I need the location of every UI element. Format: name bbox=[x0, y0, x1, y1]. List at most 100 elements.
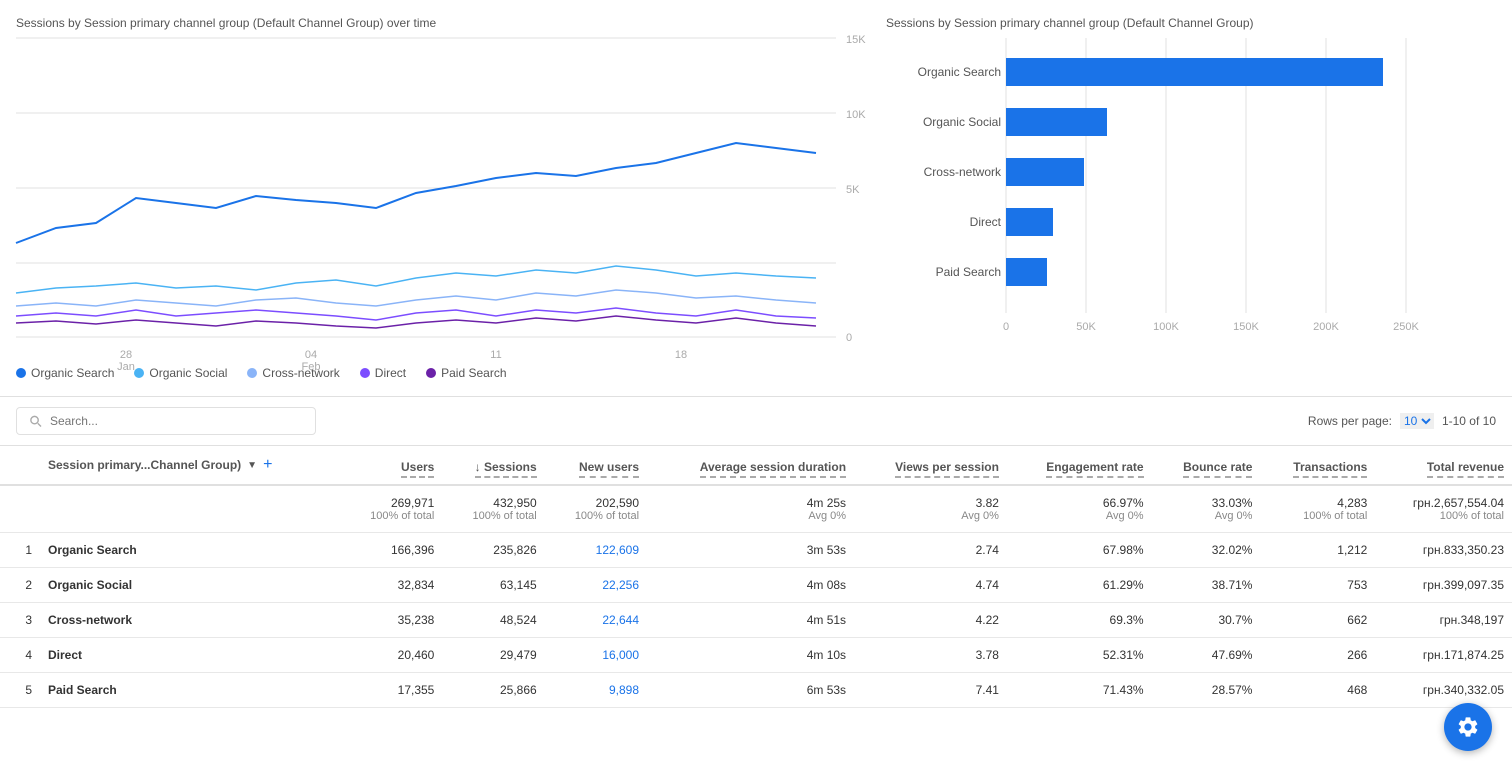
row-users: 32,834 bbox=[340, 568, 442, 603]
row-bounce: 28.57% bbox=[1152, 673, 1261, 708]
row-views: 4.74 bbox=[854, 568, 1007, 603]
svg-text:0: 0 bbox=[1003, 321, 1009, 333]
total-revenue: грн.2,657,554.04 100% of total bbox=[1375, 485, 1512, 533]
channel-dropdown-icon[interactable]: ▼ bbox=[247, 460, 257, 471]
row-engagement: 67.98% bbox=[1007, 533, 1152, 568]
svg-text:0: 0 bbox=[846, 332, 852, 344]
svg-text:5K: 5K bbox=[846, 184, 860, 196]
row-revenue: грн.348,197 bbox=[1375, 603, 1512, 638]
legend-item-cross-network: Cross-network bbox=[247, 366, 339, 380]
total-bounce-rate: 33.03% Avg 0% bbox=[1152, 485, 1261, 533]
row-users: 166,396 bbox=[340, 533, 442, 568]
svg-text:04: 04 bbox=[305, 349, 317, 361]
col-avg-duration: Average session duration bbox=[647, 446, 854, 485]
col-revenue: Total revenue bbox=[1375, 446, 1512, 485]
search-box[interactable] bbox=[16, 407, 316, 435]
row-channel: Paid Search bbox=[40, 673, 340, 708]
line-chart-container: 15K 10K 5K 0 28 Jan 04 Feb 11 bbox=[16, 38, 854, 358]
row-new-users: 22,644 bbox=[545, 603, 647, 638]
total-rank bbox=[0, 485, 40, 533]
row-transactions: 468 bbox=[1260, 673, 1375, 708]
row-views: 7.41 bbox=[854, 673, 1007, 708]
legend-item-organic-search: Organic Search bbox=[16, 366, 114, 380]
svg-text:Organic Social: Organic Social bbox=[923, 115, 1001, 129]
row-sessions: 29,479 bbox=[442, 638, 544, 673]
row-new-users: 16,000 bbox=[545, 638, 647, 673]
pagination-info: Rows per page: 10 25 50 1-10 of 10 bbox=[1308, 413, 1496, 429]
row-channel: Organic Social bbox=[40, 568, 340, 603]
bar-chart-svg: Organic Search Organic Social Cross-netw… bbox=[886, 38, 1466, 358]
total-sessions: 432,950 100% of total bbox=[442, 485, 544, 533]
row-bounce: 38.71% bbox=[1152, 568, 1261, 603]
total-avg-duration: 4m 25s Avg 0% bbox=[647, 485, 854, 533]
table-section: Rows per page: 10 25 50 1-10 of 10 Sessi… bbox=[0, 396, 1512, 708]
svg-text:100K: 100K bbox=[1153, 321, 1179, 333]
table-row: 1 Organic Search 166,396 235,826 122,609… bbox=[0, 533, 1512, 568]
row-rank: 2 bbox=[0, 568, 40, 603]
row-rank: 3 bbox=[0, 603, 40, 638]
row-channel: Organic Search bbox=[40, 533, 340, 568]
data-table: Session primary...Channel Group) ▼ + Use… bbox=[0, 446, 1512, 708]
total-transactions: 4,283 100% of total bbox=[1260, 485, 1375, 533]
row-transactions: 1,212 bbox=[1260, 533, 1375, 568]
line-chart-title: Sessions by Session primary channel grou… bbox=[16, 16, 854, 30]
svg-text:200K: 200K bbox=[1313, 321, 1339, 333]
total-views-per-session: 3.82 Avg 0% bbox=[854, 485, 1007, 533]
col-users: Users bbox=[340, 446, 442, 485]
search-icon bbox=[29, 414, 42, 428]
row-bounce: 30.7% bbox=[1152, 603, 1261, 638]
row-avg-duration: 4m 08s bbox=[647, 568, 854, 603]
table-row: 4 Direct 20,460 29,479 16,000 4m 10s 3.7… bbox=[0, 638, 1512, 673]
row-rank: 1 bbox=[0, 533, 40, 568]
settings-icon bbox=[1456, 715, 1480, 739]
svg-text:Paid Search: Paid Search bbox=[936, 265, 1001, 279]
legend-label-organic-social: Organic Social bbox=[149, 366, 227, 380]
rows-per-page-select[interactable]: 10 25 50 bbox=[1400, 413, 1434, 429]
row-channel: Cross-network bbox=[40, 603, 340, 638]
svg-text:Direct: Direct bbox=[970, 215, 1002, 229]
legend-item-direct: Direct bbox=[360, 366, 406, 380]
svg-text:28: 28 bbox=[120, 349, 132, 361]
row-avg-duration: 4m 10s bbox=[647, 638, 854, 673]
col-rank bbox=[0, 446, 40, 485]
svg-text:10K: 10K bbox=[846, 109, 866, 121]
row-views: 4.22 bbox=[854, 603, 1007, 638]
legend-dot-organic-social bbox=[134, 368, 144, 378]
total-users: 269,971 100% of total bbox=[340, 485, 442, 533]
legend-item-paid-search: Paid Search bbox=[426, 366, 506, 380]
svg-text:50K: 50K bbox=[1076, 321, 1096, 333]
legend-label-organic-search: Organic Search bbox=[31, 366, 114, 380]
row-sessions: 63,145 bbox=[442, 568, 544, 603]
svg-text:150K: 150K bbox=[1233, 321, 1259, 333]
settings-fab[interactable] bbox=[1444, 703, 1492, 751]
col-new-users: New users bbox=[545, 446, 647, 485]
legend-dot-cross-network bbox=[247, 368, 257, 378]
row-transactions: 662 bbox=[1260, 603, 1375, 638]
row-sessions: 235,826 bbox=[442, 533, 544, 568]
row-engagement: 71.43% bbox=[1007, 673, 1152, 708]
row-revenue: грн.833,350.23 bbox=[1375, 533, 1512, 568]
search-input[interactable] bbox=[50, 414, 303, 428]
legend-label-paid-search: Paid Search bbox=[441, 366, 506, 380]
col-channel: Session primary...Channel Group) ▼ + bbox=[40, 446, 340, 485]
row-sessions: 25,866 bbox=[442, 673, 544, 708]
row-bounce: 32.02% bbox=[1152, 533, 1261, 568]
total-engagement-rate: 66.97% Avg 0% bbox=[1007, 485, 1152, 533]
line-chart-svg: 15K 10K 5K 0 28 Jan 04 Feb 11 bbox=[16, 38, 836, 338]
row-engagement: 61.29% bbox=[1007, 568, 1152, 603]
row-sessions: 48,524 bbox=[442, 603, 544, 638]
row-new-users: 9,898 bbox=[545, 673, 647, 708]
svg-text:250K: 250K bbox=[1393, 321, 1419, 333]
total-new-users: 202,590 100% of total bbox=[545, 485, 647, 533]
col-transactions: Transactions bbox=[1260, 446, 1375, 485]
row-revenue: грн.399,097.35 bbox=[1375, 568, 1512, 603]
row-users: 35,238 bbox=[340, 603, 442, 638]
bar-chart-container: Organic Search Organic Social Cross-netw… bbox=[886, 38, 1496, 358]
legend-label-direct: Direct bbox=[375, 366, 406, 380]
channel-add-icon[interactable]: + bbox=[263, 456, 272, 474]
svg-text:Cross-network: Cross-network bbox=[924, 165, 1002, 179]
legend-dot-direct bbox=[360, 368, 370, 378]
row-users: 17,355 bbox=[340, 673, 442, 708]
row-transactions: 753 bbox=[1260, 568, 1375, 603]
col-views-per-session: Views per session bbox=[854, 446, 1007, 485]
